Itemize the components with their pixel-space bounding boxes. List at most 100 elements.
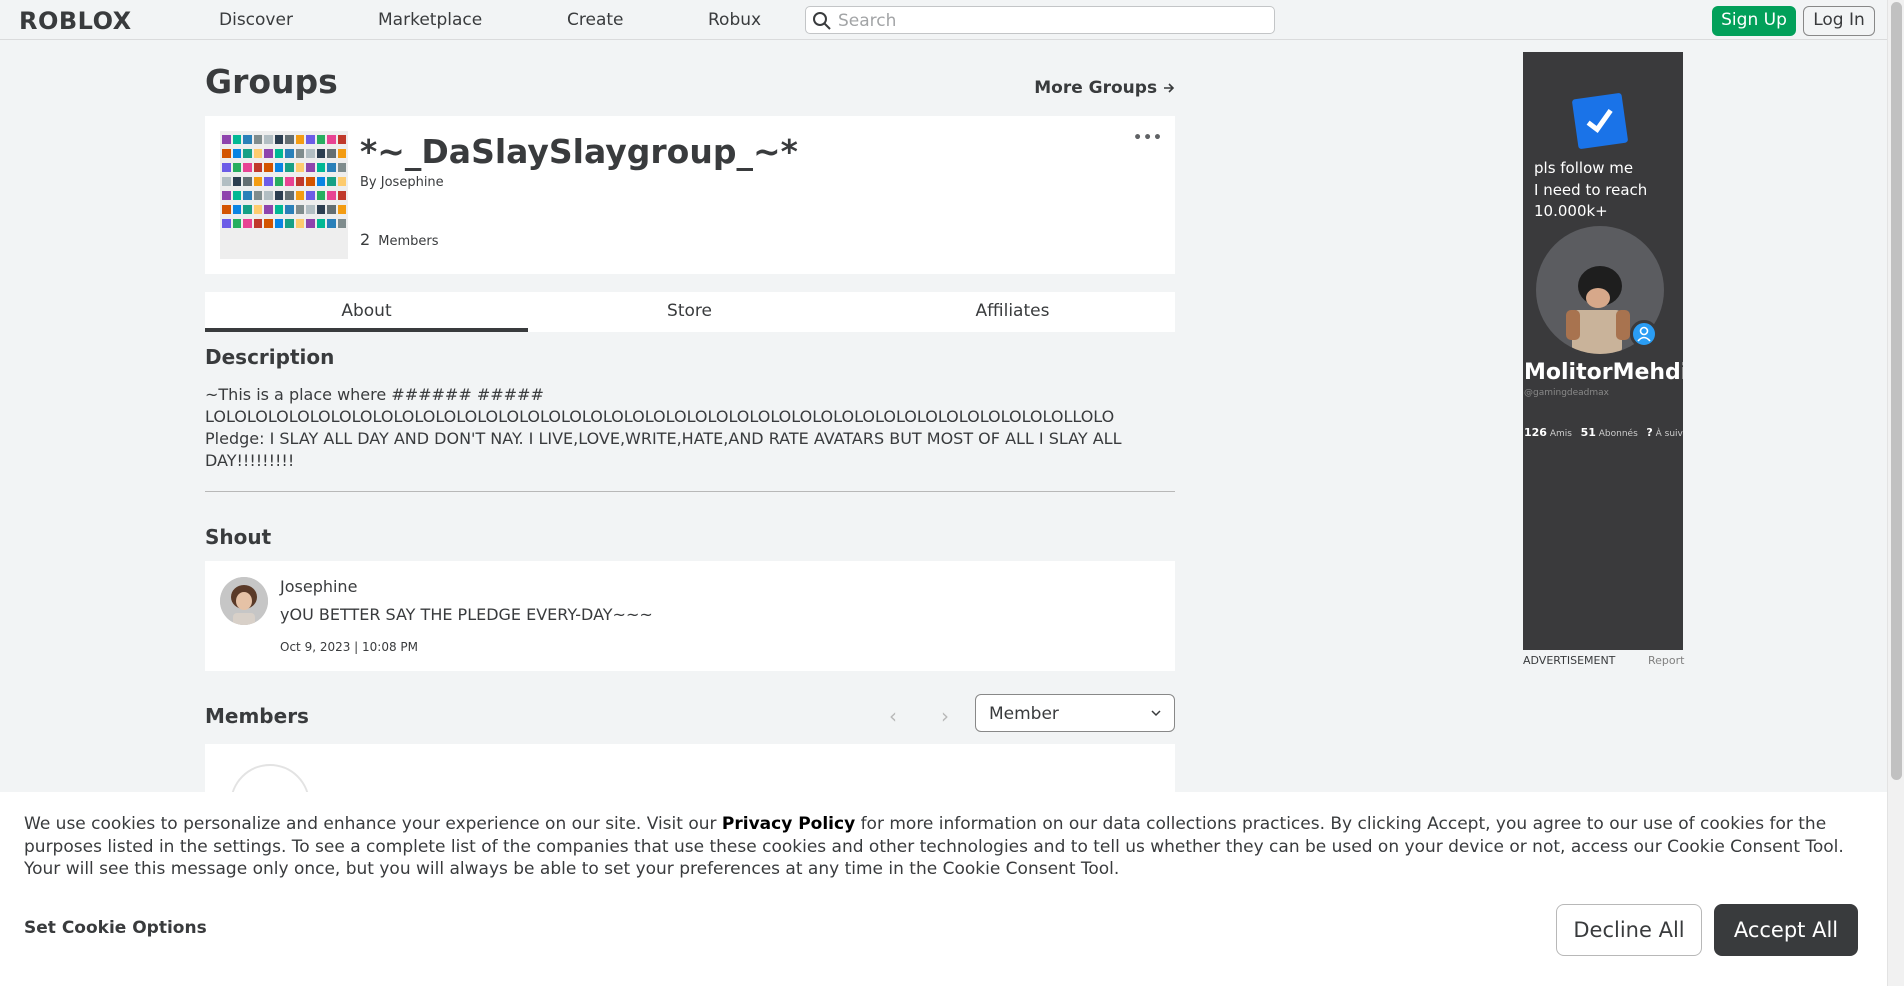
ellipsis-icon[interactable]: •••: [1133, 130, 1163, 146]
emblem-tile: [285, 163, 294, 172]
ad-stat-1-label: Amis: [1549, 429, 1572, 439]
emblem-tile: [306, 205, 315, 214]
group-name: *~_DaSlaySlaygroup_~*: [360, 132, 798, 171]
tab-about[interactable]: About: [205, 292, 528, 332]
emblem-tile: [337, 149, 346, 158]
emblem-tile: [232, 135, 241, 144]
sign-up-button[interactable]: Sign Up: [1712, 6, 1796, 36]
emblem-tile: [295, 177, 304, 186]
description-title: Description: [205, 345, 335, 369]
avatar[interactable]: [220, 577, 268, 625]
emblem-tile: [253, 149, 262, 158]
emblem-tile: [253, 135, 262, 144]
emblem-tile: [232, 149, 241, 158]
description-text: ~This is a place where ###### ##### LOLO…: [205, 385, 1122, 470]
emblem-tile: [264, 163, 273, 172]
emblem-tile: [222, 177, 231, 186]
chevron-right-icon[interactable]: ›: [941, 704, 949, 728]
shout-message: yOU BETTER SAY THE PLEDGE EVERY-DAY~~~: [280, 605, 653, 624]
privacy-policy-link[interactable]: Privacy Policy: [722, 814, 855, 834]
emblem-tile: [316, 205, 325, 214]
shout-card: Josephine yOU BETTER SAY THE PLEDGE EVER…: [205, 561, 1175, 671]
emblem-tile: [327, 205, 336, 214]
ad-handle: @gamingdeadmax: [1524, 388, 1609, 398]
emblem-tile: [222, 149, 231, 158]
log-in-button[interactable]: Log In: [1803, 6, 1875, 36]
emblem-tile: [337, 135, 346, 144]
emblem-tile: [264, 205, 273, 214]
emblem-tile: [295, 163, 304, 172]
nav-robux[interactable]: Robux: [708, 10, 761, 30]
emblem-tile: [232, 205, 241, 214]
tab-store[interactable]: Store: [528, 292, 851, 332]
emblem-tile: [232, 177, 241, 186]
ad-stats: 126 Amis 51 Abonnés ? À suivre: [1524, 426, 1683, 439]
emblem-tile: [222, 219, 231, 228]
group-owner-link[interactable]: Josephine: [381, 175, 444, 190]
scrollbar-thumb[interactable]: [1891, 2, 1902, 780]
chevron-left-icon[interactable]: ‹: [889, 704, 897, 728]
report-ad-link[interactable]: Report: [1648, 654, 1684, 667]
emblem-tile: [285, 149, 294, 158]
more-groups-link[interactable]: More Groups: [1034, 78, 1175, 98]
accept-all-button[interactable]: Accept All: [1714, 904, 1858, 956]
nav-discover[interactable]: Discover: [219, 10, 293, 30]
emblem-tile: [274, 205, 283, 214]
emblem-tile: [274, 177, 283, 186]
emblem-tile: [316, 177, 325, 186]
emblem-tile: [306, 163, 315, 172]
top-navigation: ROBLOX Discover Marketplace Create Robux…: [0, 0, 1887, 40]
emblem-tile: [295, 191, 304, 200]
nav-create[interactable]: Create: [567, 10, 624, 30]
emblem-tile: [253, 177, 262, 186]
tab-affiliates[interactable]: Affiliates: [851, 292, 1174, 332]
set-cookie-options-link[interactable]: Set Cookie Options: [24, 918, 207, 938]
emblem-tile: [232, 163, 241, 172]
emblem-tile: [306, 191, 315, 200]
search-box[interactable]: [805, 6, 1275, 34]
decline-all-button[interactable]: Decline All: [1556, 904, 1702, 956]
search-input[interactable]: [838, 10, 1258, 32]
emblem-tile: [285, 135, 294, 144]
emblem-tile: [316, 163, 325, 172]
emblem-tile: [337, 163, 346, 172]
chevron-down-icon: [1151, 710, 1161, 717]
ad-stat-2-label: Abonnés: [1598, 429, 1638, 439]
roblox-logo[interactable]: ROBLOX: [19, 7, 132, 35]
cookie-banner: We use cookies to personalize and enhanc…: [0, 792, 1887, 986]
role-filter-value: Member: [989, 704, 1059, 724]
emblem-tile: [264, 177, 273, 186]
emblem-tile: [337, 177, 346, 186]
emblem-tile: [337, 205, 346, 214]
ad-username: MolitorMehdi: [1524, 360, 1683, 385]
emblem-tile: [295, 135, 304, 144]
member-count-label: Members: [378, 234, 439, 249]
arrow-right-icon: [1164, 83, 1175, 93]
emblem-tile: [327, 191, 336, 200]
group-member-count: 2 Members: [360, 230, 439, 249]
more-groups-label: More Groups: [1034, 78, 1158, 98]
emblem-tile: [337, 191, 346, 200]
role-filter-dropdown[interactable]: Member: [975, 694, 1175, 732]
shout-author-link[interactable]: Josephine: [280, 577, 357, 596]
emblem-tile: [243, 177, 252, 186]
emblem-tile: [243, 191, 252, 200]
advertisement[interactable]: pls follow me I need to reach 10.000k+ M…: [1523, 52, 1683, 650]
group-emblem: [220, 131, 348, 259]
nav-marketplace[interactable]: Marketplace: [378, 10, 482, 30]
page-scrollbar[interactable]: [1887, 0, 1904, 986]
group-tabs: About Store Affiliates: [205, 292, 1175, 332]
verified-check-icon: [1571, 92, 1629, 150]
emblem-tile: [274, 191, 283, 200]
emblem-tile: [264, 149, 273, 158]
cookie-message: We use cookies to personalize and enhanc…: [24, 813, 1864, 881]
emblem-tile: [316, 135, 325, 144]
emblem-tile: [285, 205, 294, 214]
emblem-tile: [316, 149, 325, 158]
section-divider: [205, 491, 1175, 492]
ad-stat-3-label: À suivre: [1655, 429, 1683, 439]
emblem-tile: [306, 149, 315, 158]
emblem-tile: [232, 219, 241, 228]
emblem-tile: [285, 191, 294, 200]
shout-title: Shout: [205, 525, 272, 549]
